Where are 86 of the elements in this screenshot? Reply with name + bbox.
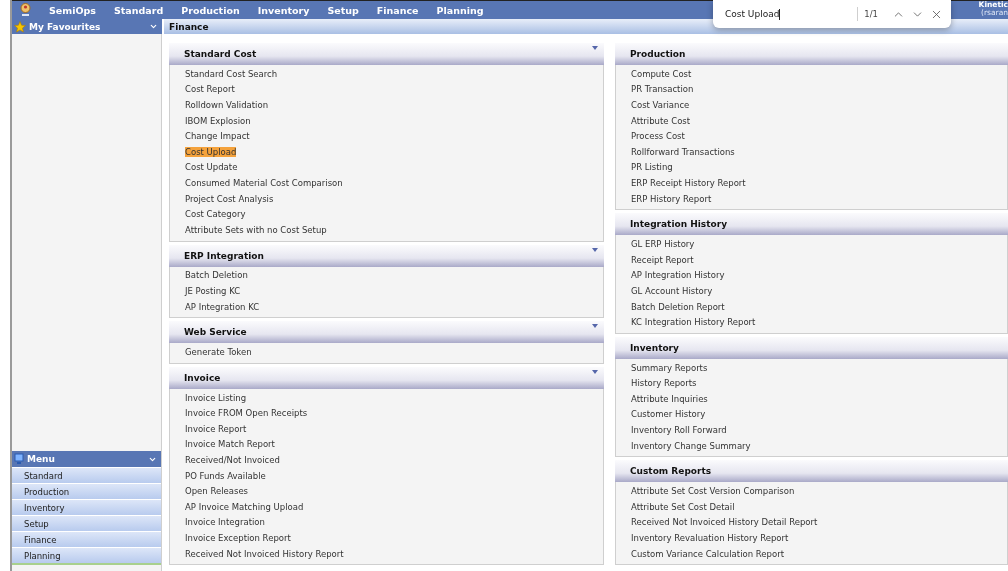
- menu-link[interactable]: PO Funds Available: [185, 470, 266, 481]
- menu-link[interactable]: Batch Deletion Report: [631, 301, 725, 312]
- collapse-icon[interactable]: [149, 22, 158, 31]
- menu-link[interactable]: Invoice Match Report: [185, 439, 275, 450]
- menu-link[interactable]: KC Integration History Report: [631, 317, 756, 328]
- nav-item[interactable]: Planning: [436, 4, 484, 16]
- menu-link[interactable]: Customer History: [631, 409, 706, 420]
- menu-link[interactable]: Inventory Revaluation History Report: [631, 533, 789, 544]
- menu-link[interactable]: Project Cost Analysis: [185, 193, 274, 204]
- section-header[interactable]: Integration History: [615, 213, 1008, 236]
- menu-link[interactable]: PR Transaction: [631, 84, 694, 95]
- section-header[interactable]: Invoice: [169, 366, 604, 389]
- menu-link[interactable]: Open Releases: [185, 486, 249, 497]
- menu-link[interactable]: Attribute Sets with no Cost Setup: [185, 224, 327, 235]
- menu-link[interactable]: Received Not Invoiced History Detail Report: [631, 517, 818, 528]
- menu-link[interactable]: Consumed Material Cost Comparison: [185, 177, 343, 188]
- menu-link[interactable]: Attribute Set Cost Version Comparison: [631, 486, 795, 497]
- menu-link[interactable]: Rolldown Validation: [185, 100, 269, 110]
- sidebar-menu-item[interactable]: Finance: [12, 531, 161, 547]
- favourites-title: My Favourites: [29, 21, 102, 32]
- menu-link[interactable]: Standard Cost Search: [185, 68, 278, 79]
- nav-item[interactable]: Standard: [114, 4, 164, 16]
- menu-link[interactable]: Generate Token: [185, 347, 252, 358]
- menu-link[interactable]: Received Not Invoiced History Report: [185, 548, 344, 559]
- sidebar-menu-item[interactable]: Standard: [12, 467, 161, 483]
- caret-icon[interactable]: [592, 369, 598, 374]
- menu-link[interactable]: Received/Not Invoiced: [185, 455, 280, 466]
- menu-link[interactable]: Invoice FROM Open Receipts: [185, 408, 308, 419]
- section-header[interactable]: Standard Cost: [169, 43, 604, 65]
- sidebar-menu-item[interactable]: Inventory: [12, 499, 161, 515]
- menu-link[interactable]: Cost Variance: [631, 100, 690, 110]
- match-count: 1/1: [864, 9, 879, 19]
- menu-link[interactable]: Summary Reports: [631, 362, 708, 373]
- menu-link[interactable]: Cost Category: [185, 209, 246, 220]
- star-icon: [14, 20, 26, 33]
- menu-link[interactable]: Invoice Report: [185, 423, 247, 434]
- menu-link[interactable]: Invoice Integration: [185, 517, 265, 528]
- find-input-field[interactable]: Cost Upload: [725, 7, 859, 21]
- menu-link[interactable]: AP Integration History: [631, 270, 725, 281]
- menu-link[interactable]: Attribute Cost: [631, 115, 691, 126]
- menu-link[interactable]: History Reports: [631, 378, 697, 389]
- section-header[interactable]: Inventory: [615, 336, 1008, 359]
- menu-link[interactable]: Inventory Change Summary: [631, 440, 751, 451]
- menu-link[interactable]: GL Account History: [631, 285, 713, 296]
- section-header[interactable]: Web Service: [169, 321, 604, 344]
- menu-link[interactable]: Invoice Exception Report: [185, 533, 291, 544]
- menu-header[interactable]: Menu: [12, 451, 161, 467]
- menu-link[interactable]: Cost Upload: [185, 146, 237, 157]
- menu-link[interactable]: Invoice Listing: [185, 392, 247, 403]
- section-header[interactable]: Production: [615, 43, 1008, 65]
- section-header[interactable]: Custom Reports: [615, 460, 1008, 483]
- menu-link[interactable]: Rollforward Transactions: [631, 146, 735, 157]
- menu-link[interactable]: GL ERP History: [631, 239, 695, 250]
- menu-link[interactable]: Receipt Report: [631, 254, 694, 265]
- monitor-icon: [14, 453, 24, 465]
- menu-link[interactable]: Inventory Roll Forward: [631, 425, 727, 436]
- caret-icon[interactable]: [592, 324, 598, 329]
- menu-link[interactable]: Change Impact: [185, 131, 250, 142]
- menu-link[interactable]: Batch Deletion: [185, 270, 248, 281]
- sidebar-menu-item[interactable]: Setup: [12, 515, 161, 531]
- nav-item[interactable]: Production: [181, 4, 240, 16]
- menu-link[interactable]: Cost Update: [185, 162, 238, 173]
- menu-link[interactable]: Compute Cost: [631, 68, 692, 79]
- menu-link[interactable]: ERP Receipt History Report: [631, 177, 746, 188]
- menu-link[interactable]: AP Invoice Matching Upload: [185, 501, 304, 512]
- menu-link[interactable]: PR Listing: [631, 162, 673, 173]
- menu-link[interactable]: Attribute Set Cost Detail: [631, 501, 735, 512]
- menu-link[interactable]: Attribute Inquiries: [631, 393, 708, 404]
- nav-item[interactable]: SemiOps: [49, 4, 96, 16]
- menu-link[interactable]: Custom Variance Calculation Report: [631, 548, 784, 559]
- nav-item[interactable]: Inventory: [257, 4, 310, 16]
- menu-link[interactable]: ERP History Report: [631, 193, 712, 204]
- menu-link[interactable]: JE Posting KC: [185, 285, 241, 296]
- section-header[interactable]: ERP Integration: [169, 244, 604, 267]
- caret-icon[interactable]: [592, 247, 598, 252]
- nav-item[interactable]: Finance: [376, 4, 419, 16]
- favourites-header[interactable]: My Favourites: [12, 19, 162, 34]
- menu-link[interactable]: AP Integration KC: [185, 301, 260, 312]
- menu-link[interactable]: Process Cost: [631, 131, 685, 142]
- menu-title: Menu: [27, 454, 56, 464]
- menu-link[interactable]: IBOM Explosion: [185, 115, 251, 126]
- sidebar-menu-item[interactable]: Production: [12, 483, 161, 499]
- caret-icon[interactable]: [592, 46, 598, 50]
- sidebar-menu-item[interactable]: Planning: [12, 547, 161, 563]
- nav-item[interactable]: Setup: [327, 4, 359, 16]
- menu-link[interactable]: Cost Report: [185, 84, 235, 95]
